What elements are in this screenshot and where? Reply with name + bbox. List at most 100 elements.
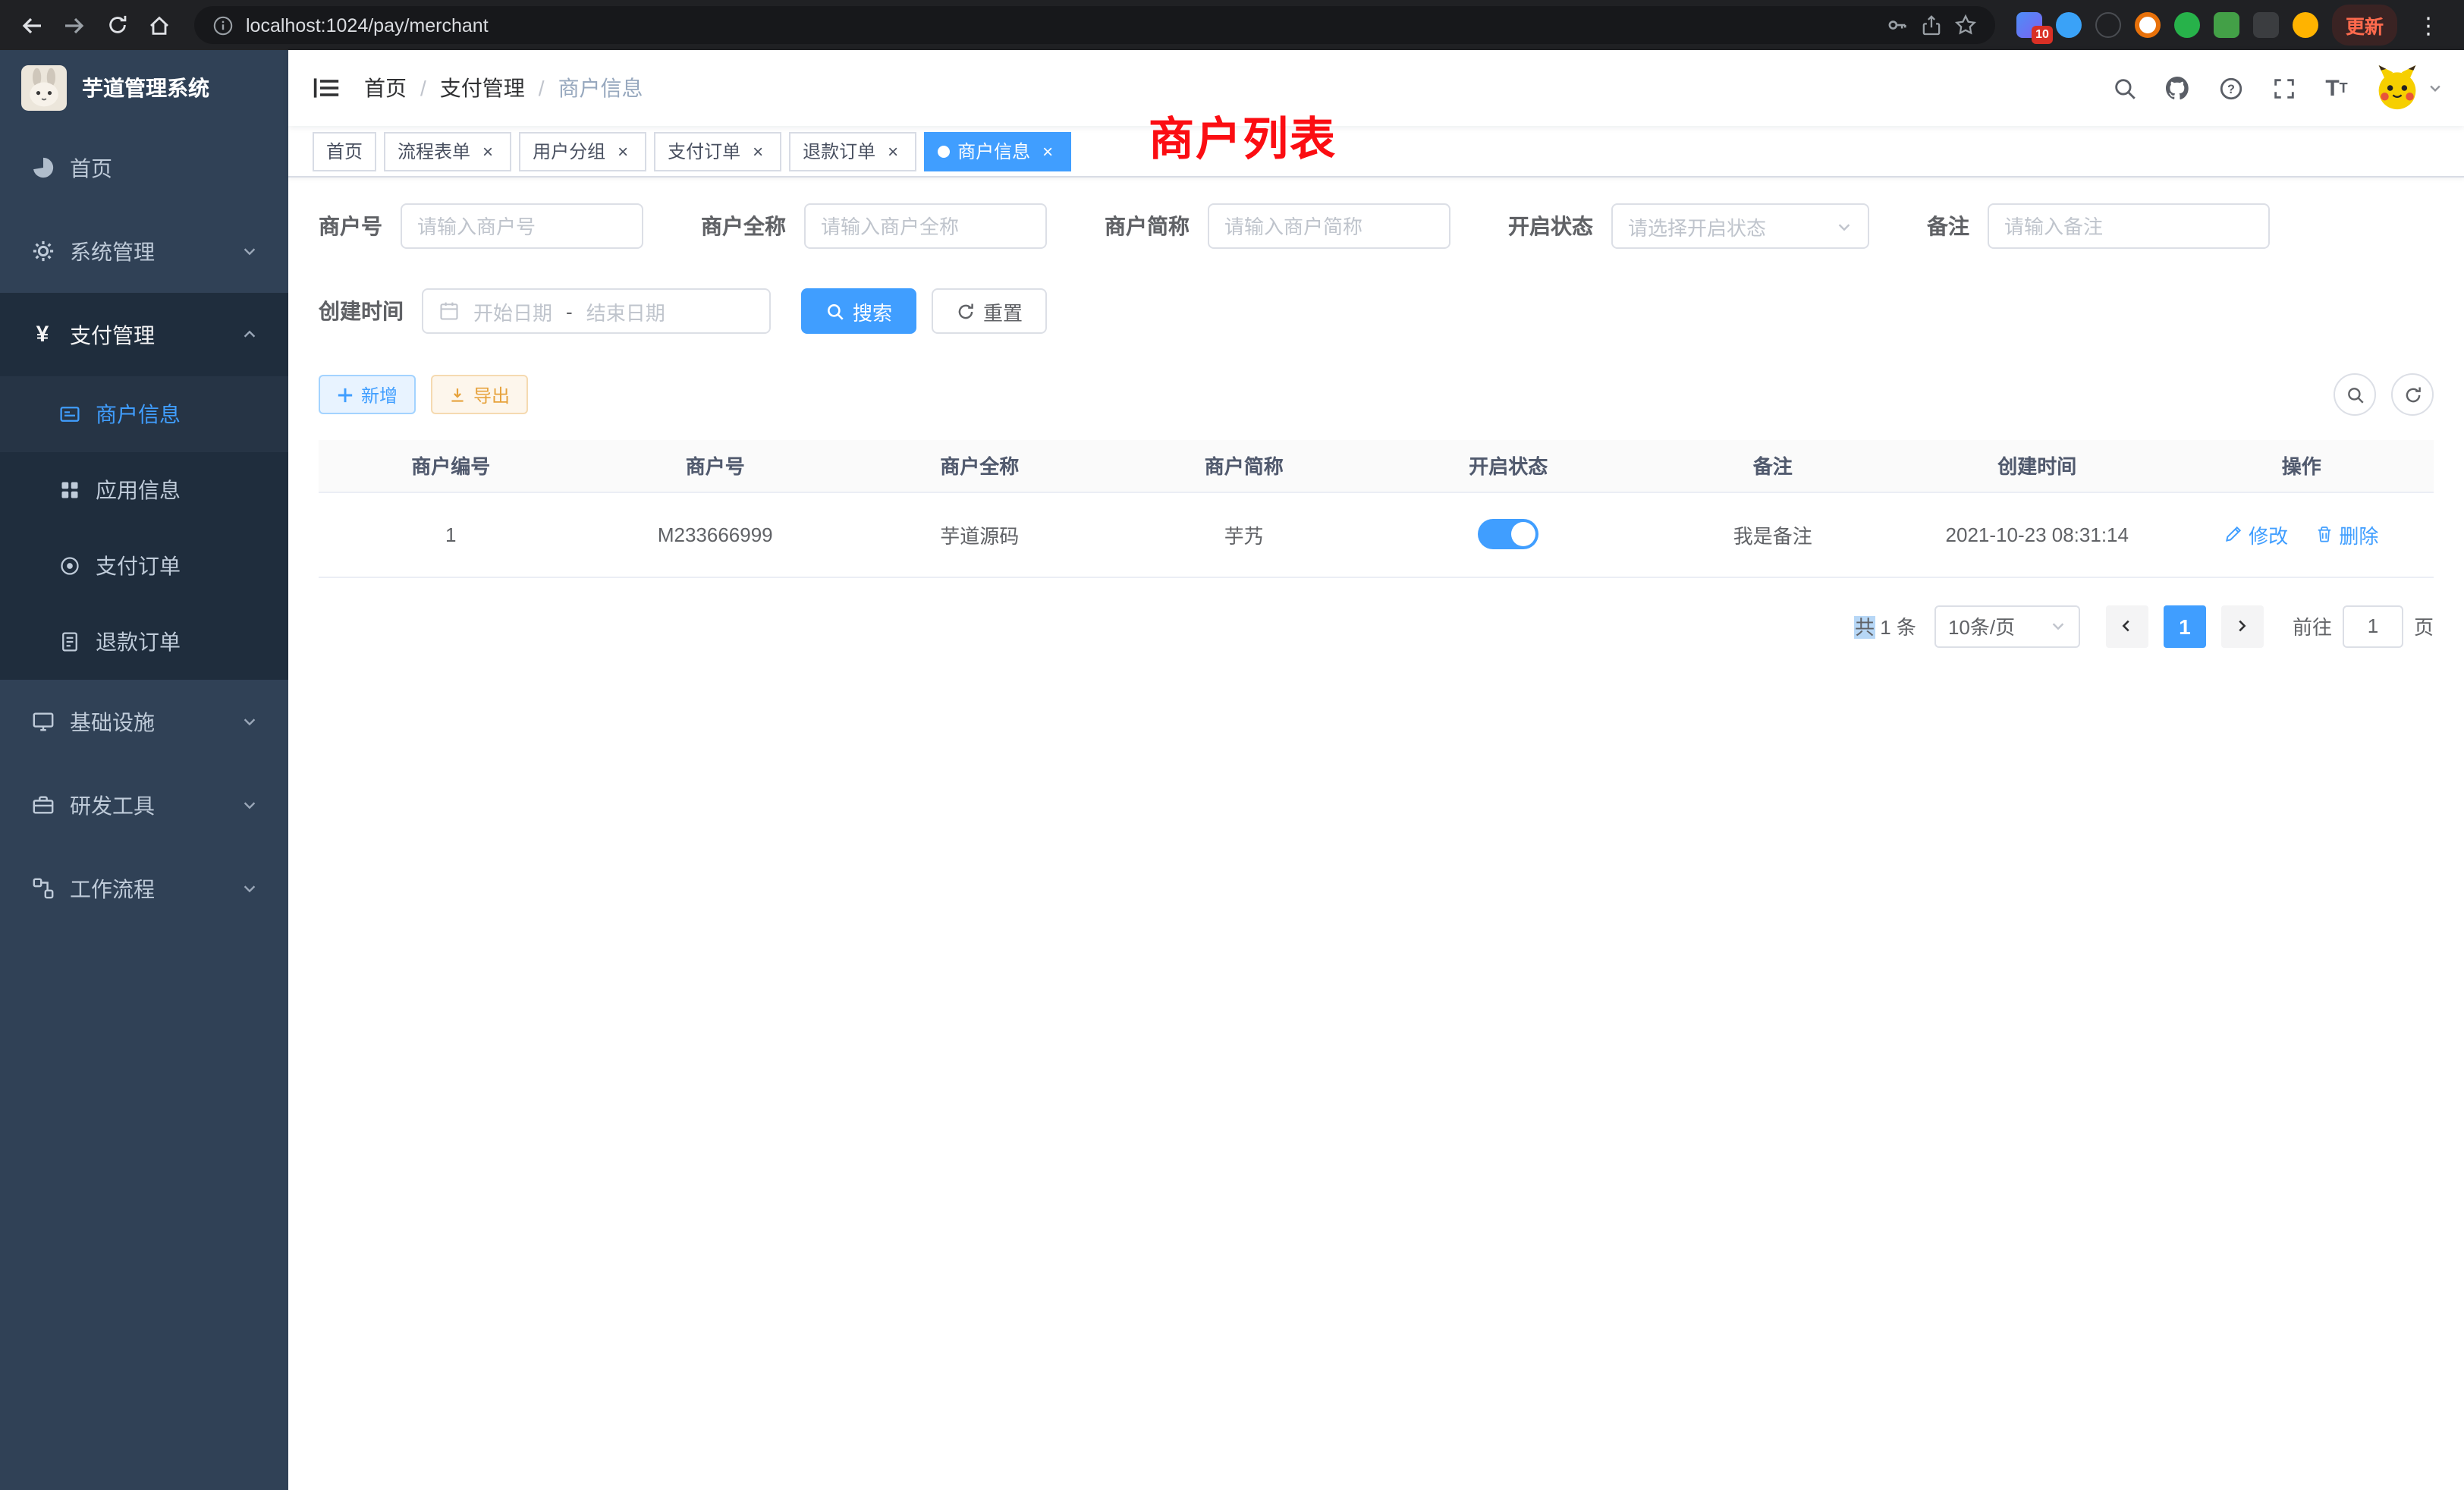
browser-back-button[interactable] [12, 5, 52, 45]
address-bar[interactable]: localhost:1024/pay/merchant [194, 6, 1995, 44]
github-icon[interactable] [2162, 73, 2192, 103]
delete-link-label: 删除 [2339, 520, 2378, 549]
tab-close-icon[interactable]: × [1038, 141, 1058, 161]
breadcrumb-home[interactable]: 首页 [364, 73, 407, 103]
user-menu[interactable] [2374, 65, 2443, 111]
toggle-search-button[interactable] [2334, 373, 2376, 416]
sidebar-item-refund-order[interactable]: 退款订单 [0, 604, 288, 680]
tab-merchant-info[interactable]: 商户信息 × [924, 131, 1071, 171]
sidebar-item-home[interactable]: 首页 [0, 126, 288, 209]
password-key-icon[interactable] [1886, 14, 1909, 36]
sidebar-item-pay-order[interactable]: 支付订单 [0, 528, 288, 604]
merchant-short-input[interactable] [1208, 203, 1450, 249]
site-info-icon[interactable] [212, 14, 234, 36]
font-size-icon[interactable]: TT [2321, 73, 2352, 103]
tab-process-form[interactable]: 流程表单 × [384, 131, 511, 171]
merchant-no-input-field[interactable] [417, 215, 627, 237]
tab-home[interactable]: 首页 [313, 131, 376, 171]
sidebar-item-workflow[interactable]: 工作流程 [0, 847, 288, 930]
chevron-down-icon [241, 797, 258, 813]
calendar-icon [438, 300, 460, 322]
field-label: 创建时间 [319, 296, 404, 326]
col-status: 开启状态 [1376, 440, 1641, 492]
status-select[interactable]: 请选择开启状态 [1611, 203, 1869, 249]
extension-icon-4[interactable] [2135, 12, 2161, 38]
breadcrumb-section[interactable]: 支付管理 [440, 73, 525, 103]
user-avatar [2374, 65, 2420, 111]
tab-close-icon[interactable]: × [748, 141, 768, 161]
sidebar-item-label: 支付管理 [70, 319, 155, 350]
date-start-placeholder: 开始日期 [473, 297, 552, 325]
browser-home-button[interactable] [140, 5, 179, 45]
export-button[interactable]: 导出 [431, 375, 528, 414]
bookmark-star-icon[interactable] [1954, 14, 1977, 36]
browser-menu-icon[interactable]: ⋮ [2411, 11, 2446, 39]
goto-label: 前往 [2293, 611, 2332, 640]
refresh-table-button[interactable] [2391, 373, 2434, 416]
page-size-select[interactable]: 10条/页 [1934, 605, 2080, 647]
table-row: 1 M233666999 芋道源码 芋艿 我是备注 2021-10-23 08:… [319, 492, 2434, 577]
yen-icon: ¥ [30, 322, 55, 347]
filter-remark: 备注 [1927, 203, 2270, 249]
merchant-short-input-field[interactable] [1224, 215, 1434, 237]
sidebar-item-label: 商户信息 [96, 399, 181, 429]
browser-profile-avatar[interactable] [2293, 12, 2318, 38]
goto-page-input[interactable] [2343, 605, 2403, 647]
extension-icon-2[interactable] [2056, 12, 2082, 38]
tab-close-icon[interactable]: × [613, 141, 633, 161]
target-circle-icon [58, 555, 80, 577]
sidebar-toggle-button[interactable] [288, 50, 364, 126]
browser-update-button[interactable]: 更新 [2332, 5, 2397, 46]
cell-merchant-no: M233666999 [583, 492, 848, 577]
date-range-picker[interactable]: 开始日期 - 结束日期 [422, 288, 771, 334]
tab-refund-order[interactable]: 退款订单 × [789, 131, 916, 171]
extension-icon-3[interactable] [2095, 12, 2121, 38]
filter-merchant-no: 商户号 [319, 203, 643, 249]
fullscreen-icon[interactable] [2268, 73, 2299, 103]
col-create-time: 创建时间 [1905, 440, 2170, 492]
merchant-no-input[interactable] [401, 203, 643, 249]
add-button[interactable]: 新增 [319, 375, 416, 414]
merchant-name-input-field[interactable] [821, 215, 1030, 237]
edit-link[interactable]: 修改 [2224, 520, 2288, 549]
sidebar-item-app-info[interactable]: 应用信息 [0, 452, 288, 528]
reset-button[interactable]: 重置 [932, 288, 1047, 334]
browser-extensions-area: 10 更新 ⋮ [2010, 5, 2452, 46]
page-number-button[interactable]: 1 [2164, 605, 2206, 647]
filter-create-time: 创建时间 开始日期 - 结束日期 [319, 288, 771, 334]
tab-close-icon[interactable]: × [883, 141, 903, 161]
sidebar-item-dev-tools[interactable]: 研发工具 [0, 763, 288, 847]
tab-pay-order[interactable]: 支付订单 × [654, 131, 781, 171]
cell-short-name: 芋艿 [1112, 492, 1377, 577]
sidebar-item-pay[interactable]: ¥ 支付管理 [0, 293, 288, 376]
tab-close-icon[interactable]: × [478, 141, 498, 161]
merchant-name-input[interactable] [804, 203, 1047, 249]
help-icon[interactable]: ? [2215, 73, 2246, 103]
browser-reload-button[interactable] [97, 5, 137, 45]
screenshot-annotation: 商户列表 [1149, 102, 1337, 168]
app-logo-row[interactable]: 芋道管理系统 [0, 50, 288, 126]
pagination: 共 1 条 10条/页 1 前往 [319, 605, 2434, 647]
browser-forward-button[interactable] [55, 5, 94, 45]
extension-icon-7[interactable] [2253, 12, 2279, 38]
share-icon[interactable] [1921, 14, 1942, 36]
app-logo [21, 65, 67, 111]
extension-icon-6[interactable] [2214, 12, 2239, 38]
extension-icon-1[interactable]: 10 [2016, 12, 2042, 38]
remark-input-field[interactable] [2004, 215, 2253, 237]
next-page-button[interactable] [2221, 605, 2264, 647]
delete-link[interactable]: 删除 [2315, 520, 2378, 549]
prev-page-button[interactable] [2106, 605, 2148, 647]
header-search-icon[interactable] [2109, 73, 2139, 103]
sidebar-item-system[interactable]: 系统管理 [0, 209, 288, 293]
status-toggle[interactable] [1478, 519, 1538, 549]
breadcrumb-current: 商户信息 [558, 73, 643, 103]
remark-input[interactable] [1988, 203, 2270, 249]
total-count-rest: 1 条 [1875, 616, 1916, 639]
extension-icon-5[interactable] [2174, 12, 2200, 38]
sidebar-item-infra[interactable]: 基础设施 [0, 680, 288, 763]
grid-icon [58, 479, 80, 501]
search-button[interactable]: 搜索 [801, 288, 916, 334]
sidebar-item-merchant-info[interactable]: 商户信息 [0, 376, 288, 452]
tab-user-group[interactable]: 用户分组 × [519, 131, 646, 171]
